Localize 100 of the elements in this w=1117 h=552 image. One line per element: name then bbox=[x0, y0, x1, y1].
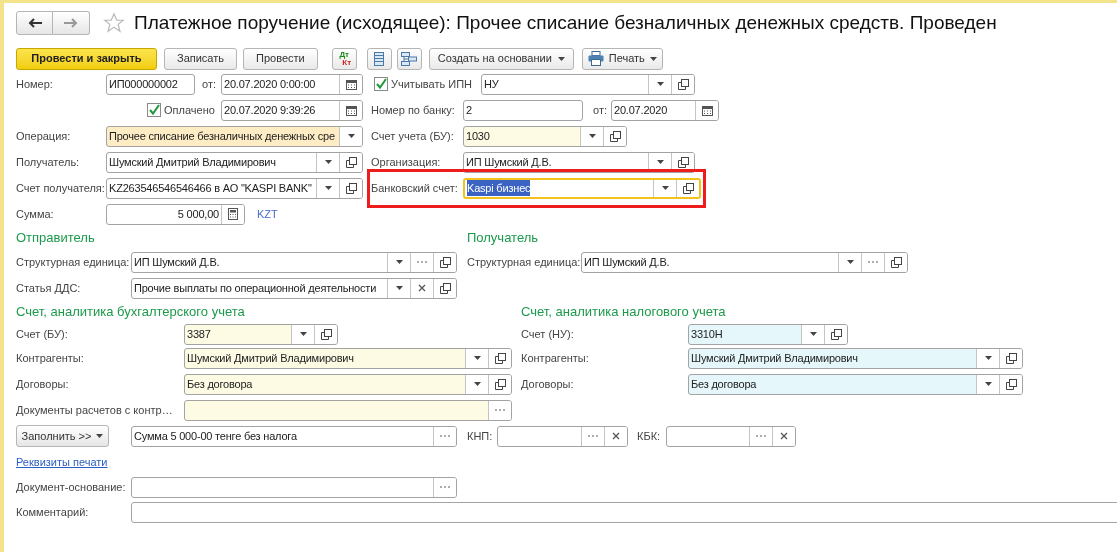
operation-field[interactable]: Прочее списание безналичных денежных сре bbox=[106, 125, 363, 147]
caret-icon bbox=[661, 186, 669, 190]
open-button[interactable] bbox=[339, 152, 362, 172]
dropdown-button[interactable] bbox=[465, 374, 488, 394]
create-based-on-button[interactable]: Создать на основании bbox=[428, 47, 574, 70]
printer-icon bbox=[587, 51, 604, 66]
accounting-mode-field[interactable]: НУ bbox=[481, 73, 695, 95]
account-field[interactable]: 1030 bbox=[463, 125, 627, 147]
toolbar-button[interactable]: Записать bbox=[164, 47, 237, 70]
checkbox[interactable] bbox=[147, 103, 161, 117]
open-window-icon bbox=[1005, 352, 1017, 364]
open-button[interactable] bbox=[676, 179, 699, 197]
base-document-field[interactable] bbox=[131, 476, 457, 498]
recipient-account-field[interactable]: KZ263546546546466 в АО "KASPI BANK" bbox=[106, 177, 363, 199]
bank-account-field[interactable]: Kaspi бизнес bbox=[463, 177, 701, 199]
field-label: Счет (НУ): bbox=[521, 326, 575, 342]
number-field[interactable]: ИП000000002 bbox=[106, 73, 195, 95]
currency-label: KZT bbox=[257, 206, 278, 222]
account-field[interactable]: 3387 bbox=[184, 323, 338, 345]
date-field[interactable]: 20.07.2020 0:00:00 bbox=[221, 73, 363, 95]
checkmark-icon bbox=[148, 104, 160, 116]
recipient-field[interactable]: Шумский Дмитрий Владимирович bbox=[106, 151, 363, 173]
counterparty-field[interactable]: Шумский Дмитрий Владимирович bbox=[184, 347, 512, 369]
structure-button[interactable] bbox=[396, 47, 422, 70]
section-heading: Счет, аналитика бухгалтерского учета bbox=[16, 303, 246, 322]
field-label: Структурная единица: bbox=[16, 254, 131, 270]
field-label: Операция: bbox=[16, 128, 72, 144]
open-button[interactable] bbox=[603, 126, 626, 146]
department-field[interactable]: ИП Шумский Д.В. bbox=[131, 251, 457, 273]
dropdown-button[interactable] bbox=[801, 324, 824, 344]
open-button[interactable] bbox=[488, 348, 511, 368]
journal-button[interactable]: Дт Кт bbox=[331, 47, 357, 70]
payment-date-field[interactable]: 20.07.2020 9:39:26 bbox=[221, 99, 363, 121]
contract-field[interactable]: Без договора bbox=[688, 373, 1023, 395]
field-label: КНП: bbox=[467, 428, 494, 444]
close-icon bbox=[780, 432, 788, 440]
open-window-icon bbox=[439, 282, 451, 294]
checkbox[interactable] bbox=[374, 77, 388, 91]
bank-number-field[interactable]: 2 bbox=[463, 99, 583, 121]
open-button[interactable] bbox=[824, 324, 847, 344]
caret-icon bbox=[588, 134, 596, 138]
contract-field[interactable]: Без договора bbox=[184, 373, 512, 395]
calculator-button[interactable] bbox=[221, 204, 244, 224]
open-button[interactable] bbox=[884, 252, 907, 272]
cash-flow-item-field[interactable]: Прочие выплаты по операционной деятельности bbox=[131, 277, 457, 299]
department-field[interactable]: ИП Шумский Д.В. bbox=[581, 251, 908, 273]
fill-button[interactable]: Заполнить >> bbox=[16, 425, 109, 447]
dropdown-button[interactable] bbox=[465, 348, 488, 368]
close-icon bbox=[612, 432, 620, 440]
print-details-link[interactable]: Реквизиты печати bbox=[16, 453, 108, 471]
amount-field[interactable]: 5 000,00 bbox=[106, 203, 245, 225]
field-label: Сумма: bbox=[16, 206, 55, 222]
field-label: Контрагенты: bbox=[521, 350, 590, 366]
dropdown-button[interactable] bbox=[291, 324, 314, 344]
clear-button[interactable] bbox=[604, 426, 627, 446]
calendar-button[interactable] bbox=[695, 100, 718, 120]
post-and-close-button[interactable]: Провести и закрыть bbox=[16, 47, 157, 70]
calendar-icon bbox=[345, 78, 357, 90]
open-button[interactable] bbox=[999, 348, 1022, 368]
knp-field[interactable] bbox=[497, 425, 628, 447]
open-window-icon bbox=[682, 182, 694, 194]
bank-date-field[interactable]: 20.07.2020 bbox=[611, 99, 719, 121]
field-label: Банковский счет: bbox=[371, 180, 459, 196]
forward-arrow-icon bbox=[64, 18, 78, 28]
tax-account-field[interactable]: 3310Н bbox=[688, 323, 848, 345]
calendar-button[interactable] bbox=[339, 100, 362, 120]
open-window-icon bbox=[677, 78, 689, 90]
caret-icon bbox=[656, 160, 664, 164]
open-button[interactable] bbox=[488, 374, 511, 394]
kbk-field[interactable] bbox=[666, 425, 796, 447]
payment-purpose-field[interactable]: Сумма 5 000-00 тенге без налога bbox=[131, 425, 457, 447]
field-label: Получатель: bbox=[16, 154, 81, 170]
caret-icon bbox=[557, 56, 565, 61]
comment-field[interactable] bbox=[131, 501, 1117, 523]
dropdown-button[interactable] bbox=[339, 126, 362, 146]
field-label: КБК: bbox=[637, 428, 662, 444]
list-button[interactable] bbox=[366, 47, 392, 70]
open-button[interactable] bbox=[339, 178, 362, 198]
field-label: Счет (БУ): bbox=[16, 326, 69, 342]
open-button[interactable] bbox=[671, 74, 694, 94]
settlement-documents-field[interactable] bbox=[184, 399, 512, 421]
calendar-button[interactable] bbox=[339, 74, 362, 94]
open-button[interactable] bbox=[433, 278, 456, 298]
counterparty-field[interactable]: Шумский Дмитрий Владимирович bbox=[688, 347, 1023, 369]
star-icon[interactable] bbox=[103, 12, 125, 34]
clear-button[interactable] bbox=[772, 426, 795, 446]
dropdown-button[interactable] bbox=[976, 374, 999, 394]
field-label: Счет получателя: bbox=[16, 180, 106, 196]
caret-icon bbox=[846, 260, 854, 264]
print-button[interactable]: Печать bbox=[581, 47, 663, 70]
open-button[interactable] bbox=[433, 252, 456, 272]
open-button[interactable] bbox=[314, 324, 337, 344]
dropdown-button[interactable] bbox=[976, 348, 999, 368]
back-button[interactable] bbox=[16, 11, 53, 35]
toolbar-button[interactable]: Провести bbox=[243, 47, 318, 70]
dropdown-button[interactable] bbox=[580, 126, 603, 146]
open-button[interactable] bbox=[999, 374, 1022, 394]
field-label: Структурная единица: bbox=[467, 254, 581, 270]
field-label: Документы расчетов с контр… bbox=[16, 402, 174, 418]
caret-icon bbox=[395, 260, 403, 264]
